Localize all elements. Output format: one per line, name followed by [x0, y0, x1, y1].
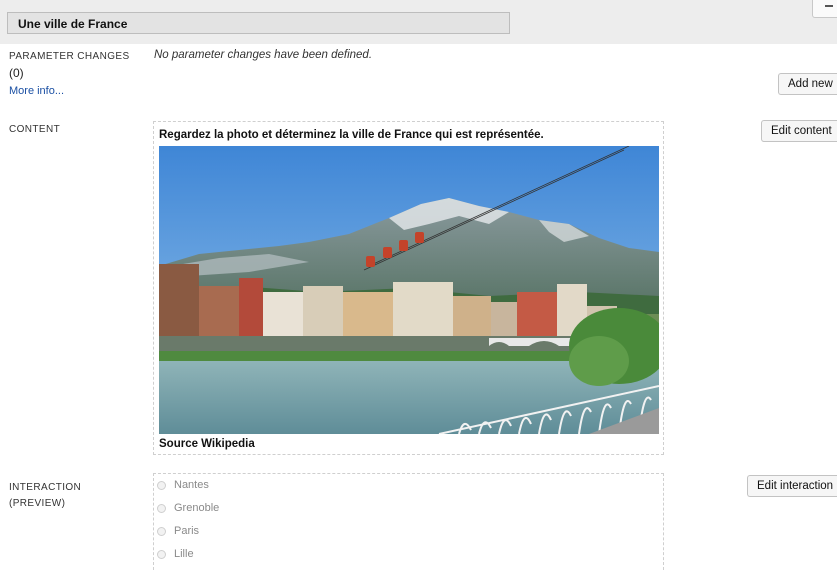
content-title: Regardez la photo et déterminez la ville…	[159, 129, 544, 141]
content-preview: Regardez la photo et déterminez la ville…	[153, 121, 664, 455]
image-caption: Source Wikipedia	[159, 438, 255, 450]
choice-label: Lille	[174, 548, 194, 560]
choice-label: Grenoble	[174, 502, 220, 514]
content-label: CONTENT	[9, 124, 61, 135]
choice-option[interactable]: Grenoble	[157, 500, 219, 516]
interaction-label: INTERACTION	[9, 482, 82, 493]
edit-content-button[interactable]: Edit content	[761, 120, 837, 142]
choice-option[interactable]: Lille	[157, 546, 194, 562]
radio-button[interactable]	[157, 503, 166, 513]
add-new-button[interactable]: Add new	[778, 73, 837, 95]
more-info-link[interactable]: More info...	[9, 85, 64, 97]
parameter-changes-label: PARAMETER CHANGES	[9, 51, 130, 62]
interaction-preview-label: (PREVIEW)	[9, 498, 66, 509]
radio-button[interactable]	[157, 549, 166, 559]
choice-label: Nantes	[174, 479, 209, 491]
choice-label: Paris	[174, 525, 200, 537]
interaction-preview: Nantes Grenoble Paris Lille	[153, 473, 664, 570]
choice-option[interactable]: Nantes	[157, 477, 209, 493]
parameter-changes-count: (0)	[9, 66, 24, 80]
edit-interaction-button[interactable]: Edit interaction	[747, 475, 837, 497]
collapse-button[interactable]	[812, 0, 837, 18]
radio-button[interactable]	[157, 480, 166, 490]
radio-button[interactable]	[157, 526, 166, 536]
city-photo	[159, 146, 659, 434]
minus-icon	[825, 5, 833, 7]
choice-option[interactable]: Paris	[157, 523, 199, 539]
state-name-field[interactable]: Une ville de France	[7, 12, 510, 34]
no-parameter-changes-text: No parameter changes have been defined.	[154, 49, 373, 61]
